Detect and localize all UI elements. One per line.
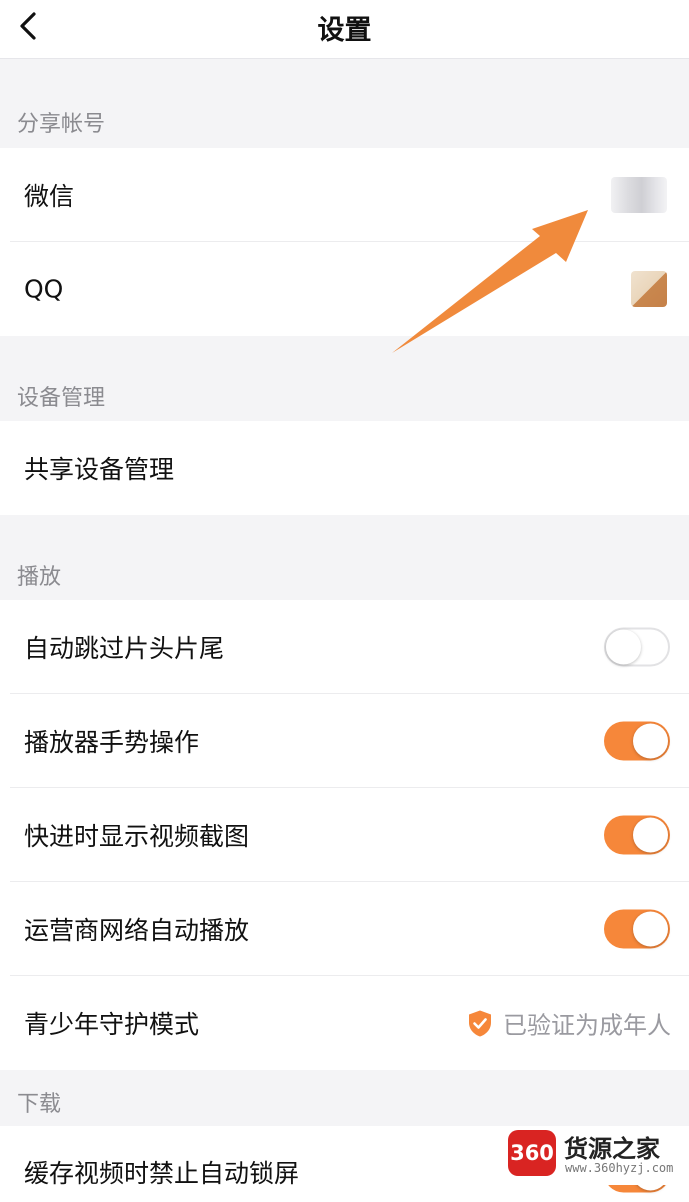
- settings-row-fast-forward-preview: 快进时显示视频截图: [0, 788, 689, 882]
- settings-row-qq[interactable]: QQ: [0, 242, 689, 336]
- watermark-url: www.360hyzj.com: [565, 1161, 674, 1175]
- skip-intro-toggle[interactable]: [604, 627, 670, 667]
- watermark-name: 货源之家: [564, 1135, 660, 1163]
- section-header-share-accounts: 分享帐号: [17, 112, 106, 137]
- device-management-group: 共享设备管理: [0, 421, 689, 515]
- gesture-label: 播放器手势操作: [24, 728, 200, 757]
- section-header-device-management: 设备管理: [17, 386, 106, 411]
- cellular-autoplay-toggle[interactable]: [604, 909, 670, 949]
- share-accounts-group: 微信 QQ: [0, 148, 689, 336]
- playback-group: 自动跳过片头片尾 播放器手势操作 快进时显示视频截图 运营商网络自动播放 青少年…: [0, 600, 689, 1070]
- fast-forward-preview-toggle[interactable]: [604, 815, 670, 855]
- verification-status-text: 已验证为成年人: [503, 1011, 671, 1040]
- page-title: 设置: [317, 15, 372, 46]
- settings-row-wechat[interactable]: 微信: [0, 148, 689, 242]
- settings-row-skip-intro: 自动跳过片头片尾: [0, 600, 689, 694]
- section-header-playback: 播放: [17, 565, 62, 590]
- no-auto-lock-label: 缓存视频时禁止自动锁屏: [24, 1159, 300, 1188]
- fast-forward-preview-label: 快进时显示视频截图: [24, 822, 250, 851]
- skip-intro-label: 自动跳过片头片尾: [24, 634, 225, 663]
- gesture-toggle[interactable]: [604, 721, 670, 761]
- verification-status: 已验证为成年人: [467, 1006, 671, 1041]
- watermark: 360 货源之家 www.360hyzj.com: [505, 1127, 689, 1185]
- section-header-download: 下载: [17, 1092, 62, 1117]
- toggle-knob: [633, 911, 668, 947]
- shield-check-icon: [469, 1010, 491, 1036]
- settings-row-shared-devices[interactable]: 共享设备管理: [0, 421, 689, 515]
- settings-row-cellular-autoplay: 运营商网络自动播放: [0, 882, 689, 976]
- watermark-logo: 360: [508, 1130, 556, 1176]
- toggle-knob: [606, 629, 641, 665]
- wechat-avatar: [611, 177, 667, 213]
- settings-row-gesture: 播放器手势操作: [0, 694, 689, 788]
- cellular-autoplay-label: 运营商网络自动播放: [24, 916, 250, 945]
- wechat-label: 微信: [24, 182, 75, 211]
- qq-label: QQ: [24, 274, 64, 304]
- shared-devices-label: 共享设备管理: [24, 455, 175, 484]
- toggle-knob: [633, 723, 668, 759]
- qq-avatar: [631, 271, 667, 307]
- youth-mode-label: 青少年守护模式: [24, 1010, 200, 1039]
- settings-row-youth-mode[interactable]: 青少年守护模式 已验证为成年人: [0, 976, 689, 1070]
- navigation-bar: 设置: [0, 0, 689, 59]
- toggle-knob: [633, 817, 668, 853]
